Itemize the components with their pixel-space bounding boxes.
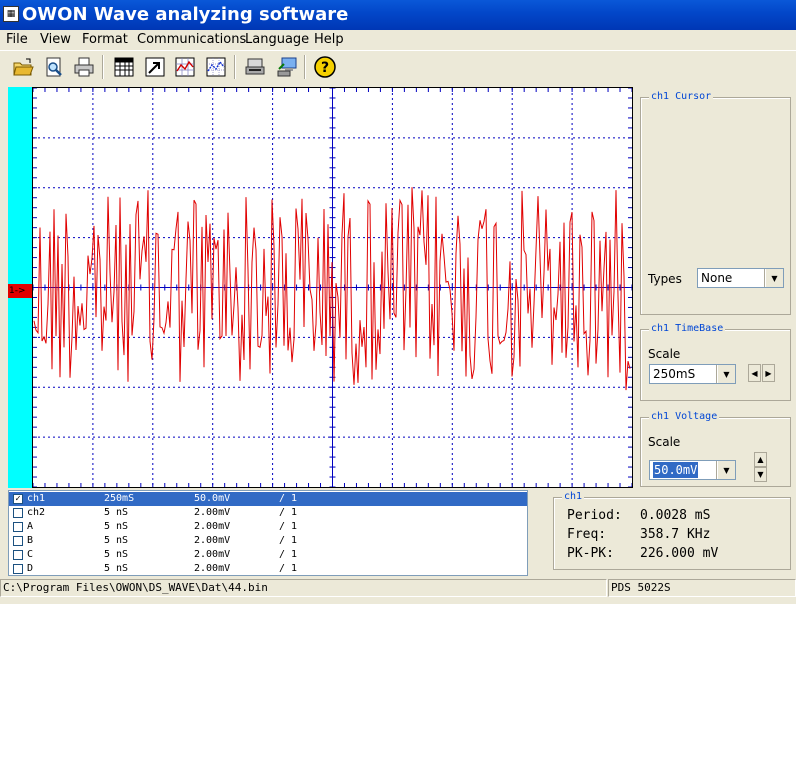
freq-value: 358.7 KHz	[640, 527, 711, 542]
toolbar-separator	[234, 55, 236, 79]
freq-label: Freq:	[567, 527, 607, 542]
channel-probe: / 1	[279, 493, 298, 504]
channel-voltage: 50.0mV	[194, 493, 231, 504]
channel-row[interactable]: ch2 5 nS 2.00mV / 1	[9, 506, 527, 520]
channel-probe: / 1	[279, 549, 298, 560]
voltage-down-button[interactable]: ▼	[754, 467, 767, 482]
cursor-types-select[interactable]: None ▼	[697, 268, 784, 288]
channel-checkbox[interactable]: ✓	[13, 494, 23, 504]
waveform-canvas	[33, 88, 632, 487]
menu-help[interactable]: Help	[314, 32, 344, 48]
export-icon[interactable]	[142, 54, 168, 80]
chevron-down-icon[interactable]: ▼	[717, 461, 735, 479]
svg-text:?: ?	[321, 60, 329, 76]
channel-probe: / 1	[279, 507, 298, 518]
connect-usb-icon[interactable]	[242, 54, 268, 80]
dotted-view-icon[interactable]	[203, 54, 229, 80]
voltage-panel: ch1 Voltage Scale 50.0mV ▼ ▲ ▼	[640, 410, 791, 487]
status-device-model: PDS 5022S	[608, 579, 796, 597]
timebase-scale-value: 250mS	[653, 367, 696, 381]
network-computer-icon[interactable]	[274, 54, 300, 80]
channel-timebase: 5 nS	[104, 549, 129, 560]
waveform-display[interactable]	[32, 87, 633, 488]
channel-timebase: 5 nS	[104, 563, 129, 574]
toolbar-separator	[102, 55, 104, 79]
voltage-scale-select[interactable]: 50.0mV ▼	[649, 460, 736, 480]
menu-language[interactable]: Language	[245, 32, 309, 48]
channel-list[interactable]: ✓ ch1 250mS 50.0mV / 1 ch2 5 nS 2.00mV / 1 A 5 nS 2…	[8, 490, 528, 576]
channel-probe: / 1	[279, 521, 298, 532]
timebase-left-button[interactable]: ◀	[748, 364, 761, 382]
channel-name: C	[27, 549, 34, 560]
window-title: OWON Wave analyzing software	[22, 4, 349, 25]
menu-communications[interactable]: Communications	[137, 32, 246, 48]
channel-voltage: 2.00mV	[194, 521, 231, 532]
channel-name: D	[27, 563, 34, 574]
timebase-panel-label: ch1 TimeBase	[649, 322, 726, 336]
period-label: Period:	[567, 508, 622, 523]
menu-bar: File View Format Communications Language…	[0, 30, 796, 50]
chevron-down-icon[interactable]: ▼	[717, 365, 735, 383]
measurement-panel: ch1 Period: 0.0028 mS Freq: 358.7 KHz PK…	[553, 490, 791, 570]
toolbar-separator	[304, 55, 306, 79]
help-icon[interactable]: ?	[312, 54, 338, 80]
channel-row[interactable]: D 5 nS 2.00mV / 1	[9, 562, 527, 576]
chevron-down-icon[interactable]: ▼	[765, 269, 783, 287]
channel-name: ch1	[27, 493, 46, 504]
channel-voltage: 2.00mV	[194, 535, 231, 546]
channel-timebase: 5 nS	[104, 521, 129, 532]
title-bar: ▦ OWON Wave analyzing software	[0, 0, 796, 30]
waveform-view-icon[interactable]	[172, 54, 198, 80]
channel-1-marker[interactable]: 1->	[8, 284, 32, 298]
measurement-panel-label: ch1	[562, 490, 585, 504]
channel-timebase: 5 nS	[104, 535, 129, 546]
channel-checkbox[interactable]	[13, 564, 23, 574]
voltage-scale-value: 50.0mV	[653, 462, 699, 478]
channel-name: ch2	[27, 507, 46, 518]
channel-voltage: 2.00mV	[194, 549, 231, 560]
cursor-panel: ch1 Cursor Types None ▼	[640, 90, 791, 315]
channel-probe: / 1	[279, 535, 298, 546]
status-bar: C:\Program Files\OWON\DS_WAVE\Dat\44.bin…	[0, 578, 796, 598]
menu-format[interactable]: Format	[82, 32, 128, 48]
channel-name: A	[27, 521, 34, 532]
channel-checkbox[interactable]	[13, 550, 23, 560]
channel-timebase: 5 nS	[104, 507, 129, 518]
timebase-right-button[interactable]: ▶	[762, 364, 775, 382]
print-icon[interactable]	[71, 54, 97, 80]
channel-voltage: 2.00mV	[194, 507, 231, 518]
app-icon[interactable]: ▦	[3, 6, 19, 22]
period-value: 0.0028 mS	[640, 508, 711, 523]
channel-row[interactable]: ✓ ch1 250mS 50.0mV / 1	[9, 492, 527, 506]
print-preview-icon[interactable]	[41, 54, 67, 80]
timebase-scale-select[interactable]: 250mS ▼	[649, 364, 736, 384]
menu-view[interactable]: View	[40, 32, 71, 48]
timebase-panel: ch1 TimeBase Scale 250mS ▼ ◀ ▶	[640, 322, 791, 401]
types-label: Types	[648, 272, 682, 286]
cursor-panel-label: ch1 Cursor	[649, 90, 714, 104]
open-folder-icon[interactable]	[10, 54, 36, 80]
channel-timebase: 250mS	[104, 493, 135, 504]
channel-row[interactable]: A 5 nS 2.00mV / 1	[9, 520, 527, 534]
channel-probe: / 1	[279, 563, 298, 574]
voltage-up-button[interactable]: ▲	[754, 452, 767, 467]
toolbar: ?	[0, 50, 796, 84]
table-icon[interactable]	[111, 54, 137, 80]
channel-checkbox[interactable]	[13, 522, 23, 532]
channel-voltage: 2.00mV	[194, 563, 231, 574]
timebase-scale-label: Scale	[648, 347, 681, 361]
channel-checkbox[interactable]	[13, 508, 23, 518]
voltage-scale-label: Scale	[648, 435, 681, 449]
channel-row[interactable]: C 5 nS 2.00mV / 1	[9, 548, 527, 562]
menu-file[interactable]: File	[6, 32, 28, 48]
pkpk-label: PK-PK:	[567, 546, 614, 561]
app-window: ▦ OWON Wave analyzing software File View…	[0, 0, 796, 604]
voltage-panel-label: ch1 Voltage	[649, 410, 720, 424]
pkpk-value: 226.000 mV	[640, 546, 719, 561]
status-file-path: C:\Program Files\OWON\DS_WAVE\Dat\44.bin	[0, 579, 607, 597]
channel-row[interactable]: B 5 nS 2.00mV / 1	[9, 534, 527, 548]
cursor-types-value: None	[701, 271, 733, 285]
channel-checkbox[interactable]	[13, 536, 23, 546]
channel-name: B	[27, 535, 34, 546]
